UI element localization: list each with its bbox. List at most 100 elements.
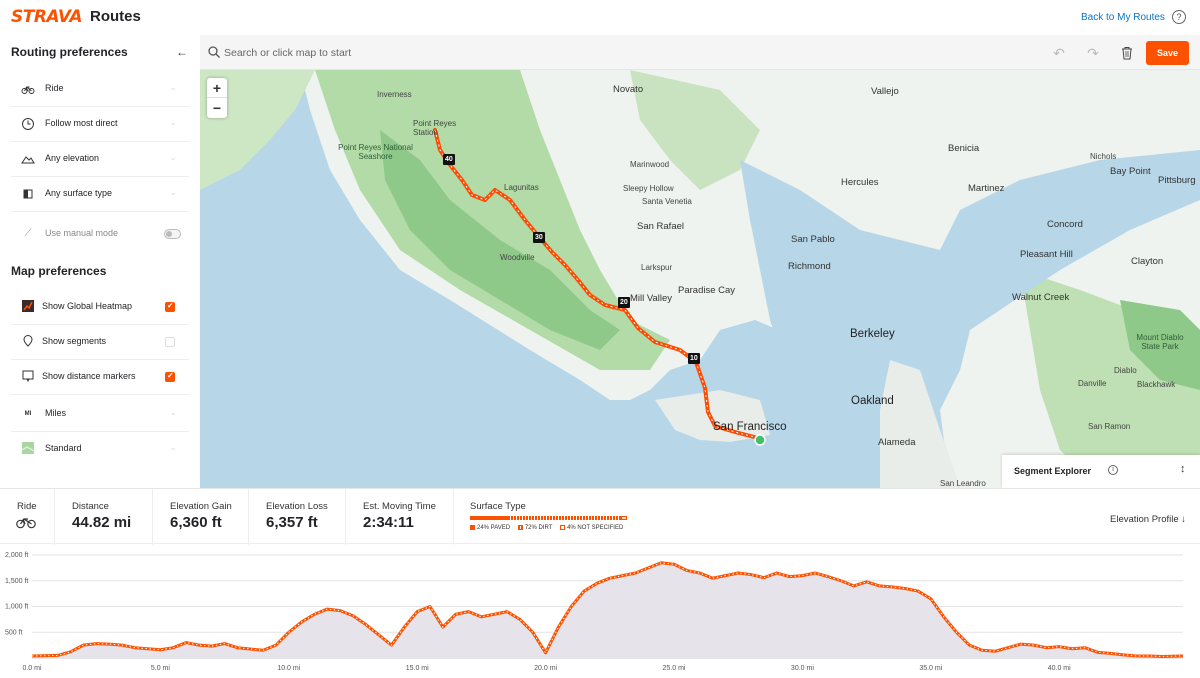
- y-tick-label: 1,500 ft: [5, 578, 28, 585]
- map-label: San Pablo: [791, 234, 835, 245]
- redo-icon[interactable]: ↷: [1082, 43, 1104, 63]
- strava-logo[interactable]: STRAVA: [11, 7, 83, 27]
- chevron-down-icon: ⌄: [169, 442, 177, 452]
- undo-icon[interactable]: ↶: [1048, 43, 1070, 63]
- map-label: Berkeley: [850, 328, 895, 340]
- map-label: San Rafael: [637, 221, 685, 232]
- routing-option-label: Ride: [45, 83, 64, 93]
- stat-distance: Distance 44.82 mi: [55, 489, 153, 545]
- back-to-routes-link[interactable]: Back to My Routes: [1081, 12, 1165, 23]
- stat-label: Ride: [17, 501, 37, 512]
- map-pref-distance-markers[interactable]: Show distance markers: [11, 360, 189, 395]
- stat-elevation-loss: Elevation Loss 6,357 ft: [249, 489, 346, 545]
- collapse-arrow-icon[interactable]: ←: [176, 45, 188, 59]
- manual-mode-toggle[interactable]: [164, 229, 181, 239]
- map-label: Larkspur: [641, 263, 673, 272]
- map-label: Diablo: [1114, 366, 1137, 375]
- route-stats-bar: Ride Distance 44.82 mi Elevation Gain 6,…: [0, 488, 1200, 545]
- distance-marker: 30: [533, 232, 545, 243]
- segment-pin-icon: [21, 335, 35, 349]
- surface-icon: [21, 187, 35, 201]
- pencil-icon: ⟋: [24, 228, 32, 239]
- surface-type: Surface Type 24% PAVED 72% DIRT 4% NOT S…: [470, 501, 627, 531]
- y-tick-label: 2,000 ft: [5, 552, 28, 559]
- segments-checkbox[interactable]: [165, 337, 175, 347]
- map-preferences-title: Map preferences: [11, 264, 107, 278]
- zoom-in-button[interactable]: +: [207, 78, 227, 98]
- miles-unit-icon: MI: [24, 411, 32, 417]
- zoom-control: + −: [207, 78, 227, 118]
- map-label: Oakland: [851, 395, 894, 407]
- route-map[interactable]: Inverness Novato Vallejo Point Reyes Sta…: [200, 70, 1200, 488]
- distance-marker: 20: [618, 297, 630, 308]
- map-pref-heatmap[interactable]: Show Global Heatmap: [11, 290, 189, 325]
- stat-label: Elevation Loss: [266, 501, 328, 512]
- info-icon[interactable]: i: [1108, 465, 1118, 475]
- surface-bar-paved: [470, 516, 508, 520]
- map-label: Clayton: [1131, 256, 1164, 267]
- stat-label: Est. Moving Time: [363, 501, 436, 512]
- map-pref-segments[interactable]: Show segments: [11, 325, 189, 360]
- clock-icon: [21, 117, 35, 131]
- surface-type-bar: [470, 516, 627, 520]
- x-tick-label: 10.0 mi: [277, 665, 300, 672]
- stat-elevation-gain: Elevation Gain 6,360 ft: [153, 489, 249, 545]
- search-icon: [207, 45, 221, 59]
- map-label: Bay Point: [1110, 166, 1151, 177]
- elevation-profile-toggle[interactable]: Elevation Profile ↓: [1110, 514, 1186, 525]
- legend-not-specified: 4% NOT SPECIFIED: [560, 525, 623, 531]
- stat-label: Elevation Gain: [170, 501, 232, 512]
- stat-value: 6,357 ft: [266, 514, 318, 531]
- map-label: Danville: [1078, 379, 1107, 388]
- search-input[interactable]: [224, 43, 824, 63]
- segment-explorer-panel[interactable]: Segment Explorer i ↕: [1002, 455, 1200, 488]
- elevation-chart-svg: 2,000 ft 1,500 ft 1,000 ft 500 ft 0.0 mi 5.0 …: [5, 552, 1184, 672]
- stat-value: 2:34:11: [363, 514, 414, 531]
- distance-marker: 40: [443, 154, 455, 165]
- routing-option-label: Follow most direct: [45, 118, 118, 128]
- help-icon[interactable]: ?: [1172, 10, 1186, 24]
- elevation-icon: [21, 152, 35, 166]
- routing-option-ride[interactable]: Ride ⌄: [11, 72, 189, 107]
- app-header: STRAVA Routes Back to My Routes ?: [0, 0, 1200, 35]
- map-label: San Francisco: [713, 421, 787, 433]
- map-label: Pleasant Hill: [1020, 249, 1073, 260]
- routing-option-elevation[interactable]: Any elevation ⌄: [11, 142, 189, 177]
- bike-icon: [21, 82, 35, 96]
- map-label: Nichols: [1090, 152, 1117, 161]
- stat-moving-time: Est. Moving Time 2:34:11: [346, 489, 454, 545]
- routing-option-label: Any surface type: [45, 188, 113, 198]
- map-pref-label: Show segments: [42, 336, 107, 346]
- surface-type-label: Surface Type: [470, 501, 526, 512]
- units-option[interactable]: MI Miles ⌄: [11, 397, 189, 432]
- map-canvas: [200, 70, 1200, 488]
- chevron-down-icon: ⌄: [169, 82, 177, 92]
- surface-legend: 24% PAVED 72% DIRT 4% NOT SPECIFIED: [470, 525, 629, 531]
- routing-option-surface[interactable]: Any surface type ⌄: [11, 177, 189, 212]
- routing-option-direct[interactable]: Follow most direct ⌄: [11, 107, 189, 142]
- x-tick-label: 15.0 mi: [406, 665, 429, 672]
- map-style-option[interactable]: Standard ⌄: [11, 432, 189, 467]
- zoom-out-button[interactable]: −: [207, 98, 227, 118]
- chevron-down-icon: ⌄: [169, 407, 177, 417]
- map-label: Walnut Creek: [1012, 292, 1070, 303]
- heatmap-checkbox[interactable]: [165, 301, 175, 312]
- map-label: Mount Diablo State Park: [1136, 333, 1184, 351]
- manual-mode-option: ⟋ Use manual mode: [11, 217, 189, 252]
- chevron-down-icon: ⌄: [169, 187, 177, 197]
- surface-bar-dirt: [507, 516, 621, 520]
- trash-icon[interactable]: [1116, 43, 1138, 63]
- distance-marker-icon: [21, 370, 35, 384]
- map-label: Lagunitas: [504, 183, 539, 192]
- map-label: Paradise Cay: [678, 285, 736, 296]
- map-label: Martinez: [968, 183, 1005, 194]
- x-tick-label: 20.0 mi: [534, 665, 557, 672]
- map-label: Concord: [1047, 219, 1083, 230]
- elevation-profile-chart[interactable]: 2,000 ft 1,500 ft 1,000 ft 500 ft 0.0 mi 5.0 …: [0, 545, 1200, 678]
- expand-collapse-icon[interactable]: ↕: [1180, 463, 1186, 475]
- map-label: Pittsburg: [1158, 175, 1196, 186]
- x-tick-label: 0.0 mi: [22, 665, 42, 672]
- distance-markers-checkbox[interactable]: [165, 371, 175, 382]
- routing-preferences-title: Routing preferences: [11, 45, 128, 59]
- save-button[interactable]: Save: [1146, 41, 1189, 65]
